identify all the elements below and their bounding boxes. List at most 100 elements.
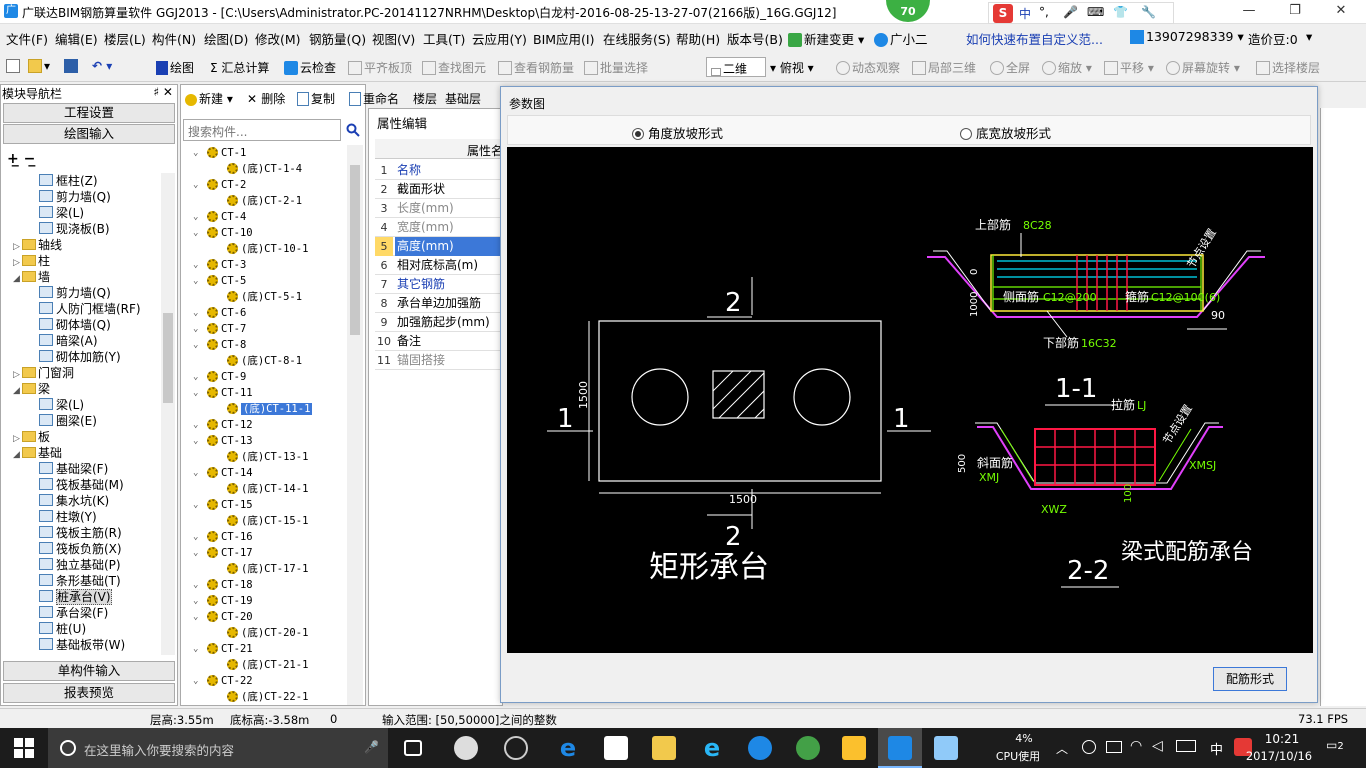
view-mode-select[interactable]: 二维	[706, 57, 766, 77]
component-tree-item[interactable]: ⌄ CT-2	[193, 177, 246, 193]
nav-tree-item[interactable]: ◢ 基础	[13, 445, 62, 461]
batch-select-button[interactable]: 批量选择	[584, 59, 648, 76]
restore-button[interactable]: ❐	[1272, 0, 1318, 24]
ie-icon[interactable]: e	[700, 736, 724, 760]
nav-tree-item[interactable]: 现浇板(B)	[39, 221, 110, 237]
component-search-input[interactable]: 搜索构件...	[183, 119, 341, 141]
nav-tree-item[interactable]: ▷ 板	[13, 429, 50, 445]
zoom-button[interactable]: 缩放 ▾	[1042, 59, 1092, 76]
nav-tree-item[interactable]: ◢ 墙	[13, 269, 50, 285]
view-rebar-button[interactable]: 查看钢筋量	[498, 59, 574, 76]
task-view-icon[interactable]	[404, 740, 422, 756]
component-tree-item[interactable]: ⌄ CT-17	[193, 545, 253, 561]
property-row[interactable]: 6 相对底标高(m)	[375, 256, 503, 275]
nav-scroll-thumb[interactable]	[163, 313, 173, 403]
chevron-down-icon[interactable]: ⌄	[193, 593, 198, 609]
chevron-down-icon[interactable]: ⌄	[193, 225, 198, 241]
component-tree-item[interactable]: (底)CT-20-1	[227, 625, 308, 641]
notes-app-icon[interactable]	[842, 736, 866, 760]
component-tree-item[interactable]: (底)CT-13-1	[227, 449, 308, 465]
menu-bim[interactable]: BIM应用(I)	[533, 29, 595, 48]
menu-component[interactable]: 构件(N)	[152, 29, 196, 48]
chevron-down-icon[interactable]: ⌄	[193, 577, 198, 593]
copy-button[interactable]: 复制	[297, 90, 335, 107]
component-tree-item[interactable]: (底)CT-17-1	[227, 561, 308, 577]
tray-chevron-icon[interactable]: ︿	[1056, 740, 1068, 757]
nav-scrollbar[interactable]	[161, 173, 175, 655]
chevron-down-icon[interactable]: ⌄	[193, 177, 198, 193]
topview-button[interactable]: ▾ 俯视 ▾	[770, 59, 814, 76]
expand-collapse-icon[interactable]: +̲ −̲	[7, 151, 35, 167]
price-dropdown-icon[interactable]: ▾	[1306, 29, 1312, 44]
chevron-down-icon[interactable]: ⌄	[193, 369, 198, 385]
keyboard-icon[interactable]: ⌨	[1087, 5, 1104, 19]
find-element-button[interactable]: 查找图元	[422, 59, 486, 76]
component-tree-item[interactable]: (底)CT-11-1	[227, 401, 313, 417]
component-tree-item[interactable]: ⌄ CT-12	[193, 417, 253, 433]
select-floor-button[interactable]: 选择楼层	[1256, 59, 1320, 76]
wifi-icon[interactable]: ◠	[1130, 738, 1142, 754]
menu-floor[interactable]: 楼层(L)	[104, 29, 146, 48]
nav-tree-item[interactable]: 梁(L)	[39, 205, 84, 221]
nav-tree-item[interactable]: 砌体加筋(Y)	[39, 349, 121, 365]
taskbar-keyboard-icon[interactable]	[1176, 740, 1196, 752]
component-tree-item[interactable]: ⌄ CT-9	[193, 369, 246, 385]
fullscreen-button[interactable]: 全屏	[990, 59, 1030, 76]
nav-tree-item[interactable]: 桩承台(V)	[39, 589, 112, 605]
image-app-icon[interactable]	[934, 736, 958, 760]
ggj-taskbar-button[interactable]	[878, 728, 922, 768]
rebar-form-button[interactable]: 配筋形式	[1213, 667, 1287, 691]
delete-button[interactable]: ✕ 删除	[247, 90, 285, 107]
battery-icon[interactable]	[1106, 741, 1122, 753]
property-edit-tab[interactable]: 属性编辑	[373, 113, 432, 133]
nav-tree-item[interactable]: 承台梁(F)	[39, 605, 108, 621]
explorer-icon[interactable]	[652, 736, 676, 760]
notification-center-icon[interactable]: ▭2	[1326, 738, 1344, 752]
chevron-down-icon[interactable]: ⌄	[193, 465, 198, 481]
component-tree-item[interactable]: (底)CT-5-1	[227, 289, 302, 305]
cloud-check-button[interactable]: 云检查	[284, 59, 336, 76]
draw-input-button[interactable]: 绘图输入	[3, 124, 175, 144]
ime-toolbar[interactable]: S 中 °, 🎤 ⌨ 👕 🔧	[988, 2, 1174, 24]
score-badge[interactable]: 70	[886, 0, 930, 22]
menu-online[interactable]: 在线服务(S)	[603, 29, 671, 48]
chevron-down-icon[interactable]: ⌄	[193, 273, 198, 289]
report-preview-button[interactable]: 报表预览	[3, 683, 175, 703]
spiral-app-icon[interactable]	[504, 736, 528, 760]
user-account[interactable]: 13907298339 ▾	[1130, 29, 1244, 44]
local-3d-button[interactable]: 局部三维	[912, 59, 976, 76]
property-row[interactable]: 7 其它钢筋	[375, 275, 503, 294]
nav-tree-item[interactable]: 集水坑(K)	[39, 493, 109, 509]
menu-edit[interactable]: 编辑(E)	[55, 29, 98, 48]
open-folder-icon[interactable]: ▾	[28, 59, 50, 73]
chevron-down-icon[interactable]: ⌄	[193, 609, 198, 625]
component-tree-item[interactable]: ⌄ CT-8	[193, 337, 246, 353]
component-tree-item[interactable]: ⌄ CT-14	[193, 465, 253, 481]
component-tree-item[interactable]: ⌄ CT-1	[193, 145, 246, 161]
ime-punct-icon[interactable]: °,	[1039, 5, 1049, 19]
new-file-icon[interactable]	[6, 59, 22, 73]
chevron-down-icon[interactable]: ⌄	[193, 305, 198, 321]
component-tree-item[interactable]: ⌄ CT-10	[193, 225, 253, 241]
component-tree-item[interactable]: (底)CT-15-1	[227, 513, 308, 529]
taskbar-search-box[interactable]: 在这里输入你要搜索的内容 🎤	[48, 728, 388, 768]
new-component-button[interactable]: 新建 ▾	[185, 90, 233, 107]
property-row[interactable]: 3 长度(mm)	[375, 199, 503, 218]
component-tree-item[interactable]: (底)CT-10-1	[227, 241, 308, 257]
chevron-down-icon[interactable]: ⌄	[193, 529, 198, 545]
help-question-link[interactable]: 如何快速布置自定义范...	[966, 29, 1103, 48]
nav-tree-item[interactable]: 圈梁(E)	[39, 413, 97, 429]
expand-arrow-icon[interactable]: ◢	[13, 271, 22, 287]
component-tree-item[interactable]: (底)CT-21-1	[227, 657, 308, 673]
nav-tree-item[interactable]: ▷ 门窗洞	[13, 365, 74, 381]
component-tree-item[interactable]: ⌄ CT-7	[193, 321, 246, 337]
component-scroll-thumb[interactable]	[350, 165, 360, 335]
component-tree-item[interactable]: ⌄ CT-13	[193, 433, 253, 449]
property-row[interactable]: 1 名称	[375, 161, 503, 180]
expand-arrow-icon[interactable]: ◢	[13, 383, 22, 399]
component-tree-item[interactable]: ⌄ CT-4	[193, 209, 246, 225]
taskbar-mic-icon[interactable]: 🎤	[364, 740, 379, 754]
pin-close-icon[interactable]: ♯ ✕	[153, 85, 173, 99]
flat-slab-button[interactable]: 平齐板顶	[348, 59, 412, 76]
nav-tree-item[interactable]: ▷ 柱	[13, 253, 50, 269]
